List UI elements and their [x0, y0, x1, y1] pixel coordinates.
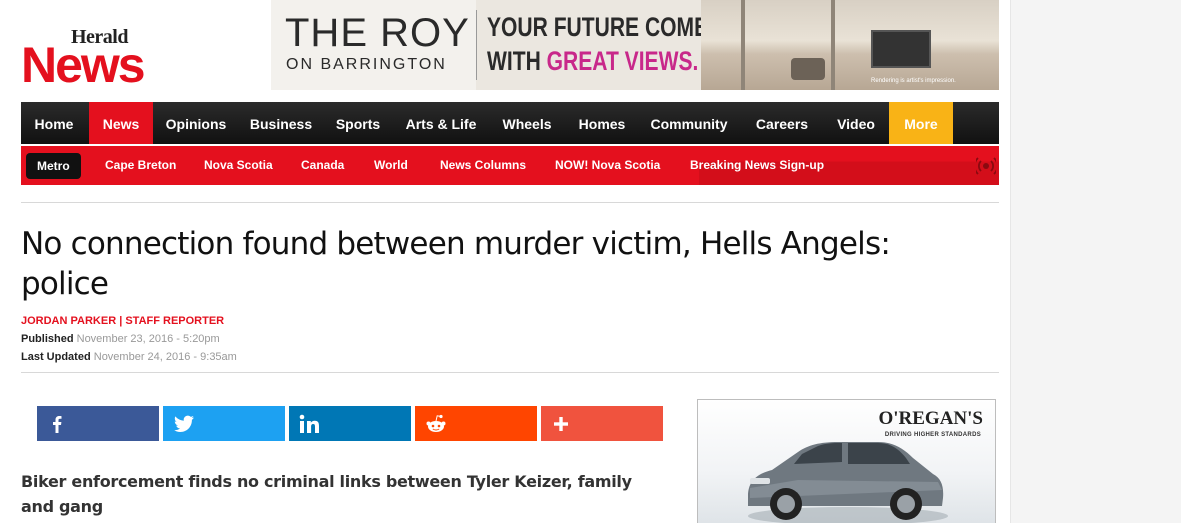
subnav-item-now-nova-scotia[interactable]: NOW! Nova Scotia	[555, 146, 660, 185]
banner-ad-tagline-prefix: WITH	[487, 46, 547, 76]
nav-item-business[interactable]: Business	[241, 102, 321, 144]
subnav-item-cape-breton[interactable]: Cape Breton	[105, 146, 176, 185]
banner-ad-tagline-line2: WITH GREAT VIEWS.	[487, 46, 698, 77]
logo-news-text: News	[21, 37, 146, 93]
published-value: November 23, 2016 - 5:20pm	[76, 333, 220, 345]
share-facebook-button[interactable]	[37, 406, 159, 441]
updated-label: Last Updated	[21, 351, 91, 363]
facebook-icon	[53, 415, 62, 433]
article-headline: No connection found between murder victi…	[21, 226, 891, 302]
share-linkedin-button[interactable]	[289, 406, 411, 441]
divider	[21, 202, 999, 203]
subnav-item-world[interactable]: World	[374, 146, 408, 185]
share-more-button[interactable]	[541, 406, 663, 441]
herald-news-logo[interactable]: Herald News	[21, 26, 181, 90]
nav-item-arts-life[interactable]: Arts & Life	[395, 102, 487, 144]
nav-item-news[interactable]: News	[89, 102, 153, 144]
nav-item-community[interactable]: Community	[639, 102, 739, 144]
article-deck: Biker enforcement finds no criminal link…	[21, 472, 632, 516]
subnav-item-breaking-news-signup[interactable]: Breaking News Sign-up	[690, 146, 824, 185]
banner-ad-tagline-highlight: GREAT VIEWS.	[546, 46, 699, 76]
banner-ad-tv	[871, 30, 931, 68]
main-navigation: Home News Opinions Business Sports Arts …	[21, 102, 999, 144]
banner-ad-subtitle: ON BARRINGTON	[286, 56, 447, 73]
page-gutter	[1010, 0, 1181, 523]
published-date: Published November 23, 2016 - 5:20pm	[21, 333, 220, 345]
linkedin-icon	[299, 414, 319, 433]
plus-icon	[554, 416, 568, 431]
sub-navigation: Metro Cape Breton Nova Scotia Canada Wor…	[21, 146, 999, 185]
nav-item-video[interactable]: Video	[825, 102, 887, 144]
updated-date: Last Updated November 24, 2016 - 9:35am	[21, 351, 237, 363]
share-twitter-button[interactable]	[163, 406, 285, 441]
reddit-icon	[426, 414, 446, 432]
divider	[21, 372, 999, 373]
subnav-item-news-columns[interactable]: News Columns	[440, 146, 526, 185]
published-label: Published	[21, 333, 74, 345]
banner-ad-fine-print: Rendering is artist's impression.	[871, 78, 956, 84]
banner-ad-tagline-line1: YOUR FUTURE COMES	[487, 12, 723, 42]
updated-value: November 24, 2016 - 9:35am	[93, 351, 237, 363]
banner-ad-title: THE ROY	[285, 11, 470, 55]
car-image	[748, 442, 948, 523]
subnav-item-nova-scotia[interactable]: Nova Scotia	[204, 146, 273, 185]
banner-ad-window-frame	[831, 0, 835, 90]
banner-ad-interior-photo	[701, 0, 999, 90]
nav-item-opinions[interactable]: Opinions	[153, 102, 239, 144]
banner-ad[interactable]: THE ROY ON BARRINGTON YOUR FUTURE COMES …	[271, 0, 999, 90]
subnav-item-canada[interactable]: Canada	[301, 146, 344, 185]
share-reddit-button[interactable]	[415, 406, 537, 441]
nav-item-more[interactable]: More	[889, 102, 953, 144]
broadcast-alert-icon[interactable]	[976, 156, 996, 176]
banner-ad-divider	[476, 10, 477, 80]
article-byline[interactable]: JORDAN PARKER | STAFF REPORTER	[21, 315, 224, 327]
nav-item-wheels[interactable]: Wheels	[489, 102, 565, 144]
nav-item-careers[interactable]: Careers	[741, 102, 823, 144]
nav-item-home[interactable]: Home	[21, 102, 87, 144]
banner-ad-window-frame	[741, 0, 745, 90]
banner-ad-chair	[791, 58, 825, 80]
sidebar-ad[interactable]: O'REGAN'S DRIVING HIGHER STANDARDS	[697, 399, 996, 523]
nav-item-sports[interactable]: Sports	[323, 102, 393, 144]
subnav-item-metro[interactable]: Metro	[26, 153, 81, 179]
twitter-icon	[174, 415, 194, 432]
nav-item-homes[interactable]: Homes	[567, 102, 637, 144]
